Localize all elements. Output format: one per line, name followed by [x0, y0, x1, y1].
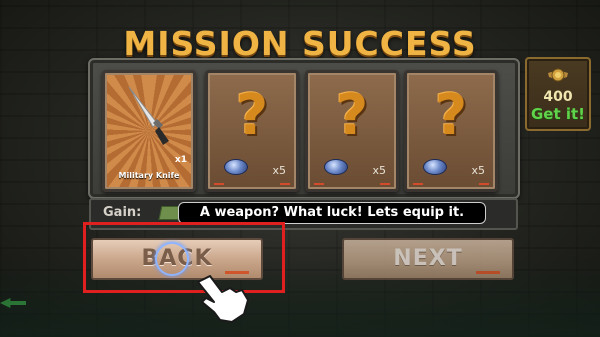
gem-icon: [224, 159, 248, 175]
reward-quantity: x5: [372, 164, 386, 177]
next-button[interactable]: NEXT: [342, 238, 514, 280]
card-corner: [314, 183, 324, 185]
get-gold-button[interactable]: 400 Get it!: [525, 57, 591, 131]
reward-card-knife[interactable]: x1 Military Knife: [102, 70, 196, 192]
get-it-label: Get it!: [530, 105, 586, 123]
card-corner: [280, 183, 290, 185]
reward-card-locked[interactable]: ? x5: [404, 70, 498, 192]
pointing-hand-icon: [197, 275, 249, 323]
knife-icon: [128, 86, 169, 145]
gem-icon: [423, 159, 447, 175]
card-corner: [380, 183, 390, 185]
reward-card-locked[interactable]: ? x5: [305, 70, 399, 192]
card-corner: [413, 183, 423, 185]
button-accent-strip: [476, 271, 500, 274]
reward-quantity: x5: [272, 164, 286, 177]
question-mark-icon: ?: [434, 83, 468, 148]
reward-card-locked[interactable]: ? x5: [205, 70, 299, 192]
reward-quantity: x5: [471, 164, 485, 177]
question-mark-icon: ?: [335, 83, 369, 148]
card-corner: [479, 183, 489, 185]
reward-name: Military Knife: [118, 171, 180, 180]
gain-label: Gain:: [103, 205, 142, 220]
winged-medal-icon: [548, 68, 568, 82]
next-button-label: NEXT: [393, 246, 463, 271]
question-mark-icon: ?: [235, 83, 269, 148]
tutorial-tooltip: A weapon? What luck! Lets equip it.: [178, 202, 486, 224]
card-corner: [214, 183, 224, 185]
tap-ring-icon: [155, 242, 189, 276]
gold-amount: 400: [543, 89, 573, 105]
reward-quantity: x1: [174, 155, 187, 165]
gem-icon: [324, 159, 348, 175]
